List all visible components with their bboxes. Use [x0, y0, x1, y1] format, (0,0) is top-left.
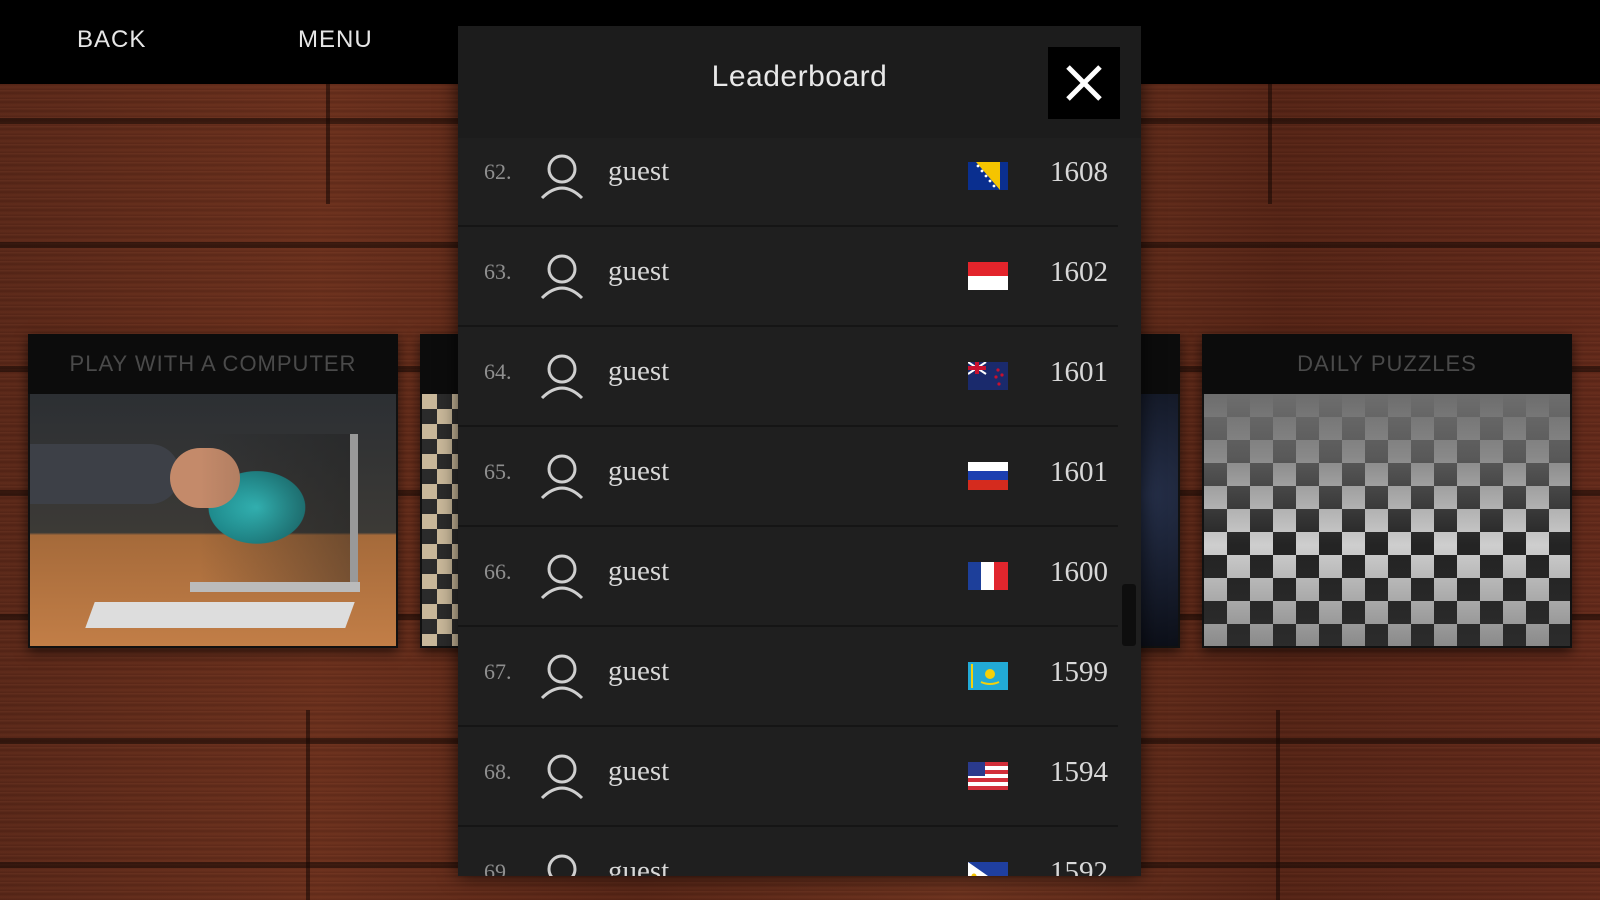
new-zealand-flag-icon: [968, 362, 1008, 390]
usa-flag-icon: [968, 762, 1008, 790]
score: 1592: [1050, 856, 1108, 876]
wood-seam: [306, 710, 310, 900]
close-button[interactable]: [1048, 47, 1120, 119]
philippines-flag-icon: [968, 862, 1008, 876]
username: guest: [608, 555, 670, 587]
score: 1600: [1050, 556, 1108, 588]
username: guest: [608, 255, 670, 287]
modal-title: Leaderboard: [711, 60, 888, 93]
leaderboard-row[interactable]: 62. guest 1608: [458, 138, 1118, 227]
france-flag-icon: [968, 562, 1008, 590]
username: guest: [608, 755, 670, 787]
rank: 64.: [484, 359, 512, 384]
computer-handshake-image: [30, 394, 396, 646]
score: 1601: [1050, 356, 1108, 388]
user-icon: [540, 754, 584, 800]
user-icon: [540, 354, 584, 400]
puzzle-chessboard-image: [1204, 394, 1570, 646]
username: guest: [608, 455, 670, 487]
leaderboard-row[interactable]: 65. guest 1601: [458, 426, 1118, 527]
rank: 62.: [484, 159, 512, 184]
rank: 69.: [484, 859, 512, 876]
score: 1601: [1050, 456, 1108, 488]
wood-seam: [1268, 84, 1272, 204]
leaderboard-row[interactable]: 64. guest 1601: [458, 326, 1118, 427]
score: 1608: [1050, 156, 1108, 188]
username: guest: [608, 655, 670, 687]
score: 1602: [1050, 256, 1108, 288]
rank: 63.: [484, 259, 512, 284]
russia-flag-icon: [968, 462, 1008, 490]
user-icon: [547, 854, 577, 876]
score: 1594: [1050, 756, 1108, 788]
daily-puzzles-card[interactable]: DAILY PUZZLES: [1202, 334, 1572, 648]
leaderboard-modal: Leaderboard 62. guest 1608 63. guest 160…: [458, 26, 1141, 876]
card-title: PLAY WITH A COMPUTER: [28, 334, 398, 394]
leaderboard-list[interactable]: 62. guest 1608 63. guest 1602 64. guest …: [458, 138, 1118, 876]
username: guest: [608, 155, 670, 187]
bosnia-flag-icon: [968, 162, 1008, 190]
leaderboard-row[interactable]: 69. guest 1592: [458, 826, 1118, 876]
scrollbar-thumb[interactable]: [1122, 584, 1136, 646]
scrollbar-track[interactable]: [1118, 138, 1141, 876]
leaderboard-row[interactable]: 63. guest 1602: [458, 226, 1118, 327]
rank: 66.: [484, 559, 512, 584]
modal-header: Leaderboard: [458, 26, 1141, 138]
wood-seam: [326, 84, 330, 204]
rank: 65.: [484, 459, 512, 484]
indonesia-flag-icon: [968, 262, 1008, 290]
rank: 68.: [484, 759, 512, 784]
user-icon: [540, 154, 584, 200]
user-icon: [540, 254, 584, 300]
wood-seam: [1276, 710, 1280, 900]
leaderboard-row[interactable]: 68. guest 1594: [458, 726, 1118, 827]
menu-button[interactable]: MENU: [298, 26, 373, 54]
play-with-computer-card[interactable]: PLAY WITH A COMPUTER: [28, 334, 398, 648]
rank: 67.: [484, 659, 512, 684]
score: 1599: [1050, 656, 1108, 688]
username: guest: [608, 855, 670, 876]
card-title: DAILY PUZZLES: [1202, 334, 1572, 394]
user-icon: [540, 654, 584, 700]
back-button[interactable]: BACK: [77, 26, 146, 54]
user-icon: [540, 554, 584, 600]
kazakhstan-flag-icon: [968, 662, 1008, 690]
leaderboard-row[interactable]: 66. guest 1600: [458, 526, 1118, 627]
leaderboard-row[interactable]: 67. guest 1599: [458, 626, 1118, 727]
user-icon: [540, 454, 584, 500]
username: guest: [608, 355, 670, 387]
close-icon: [1066, 65, 1102, 101]
